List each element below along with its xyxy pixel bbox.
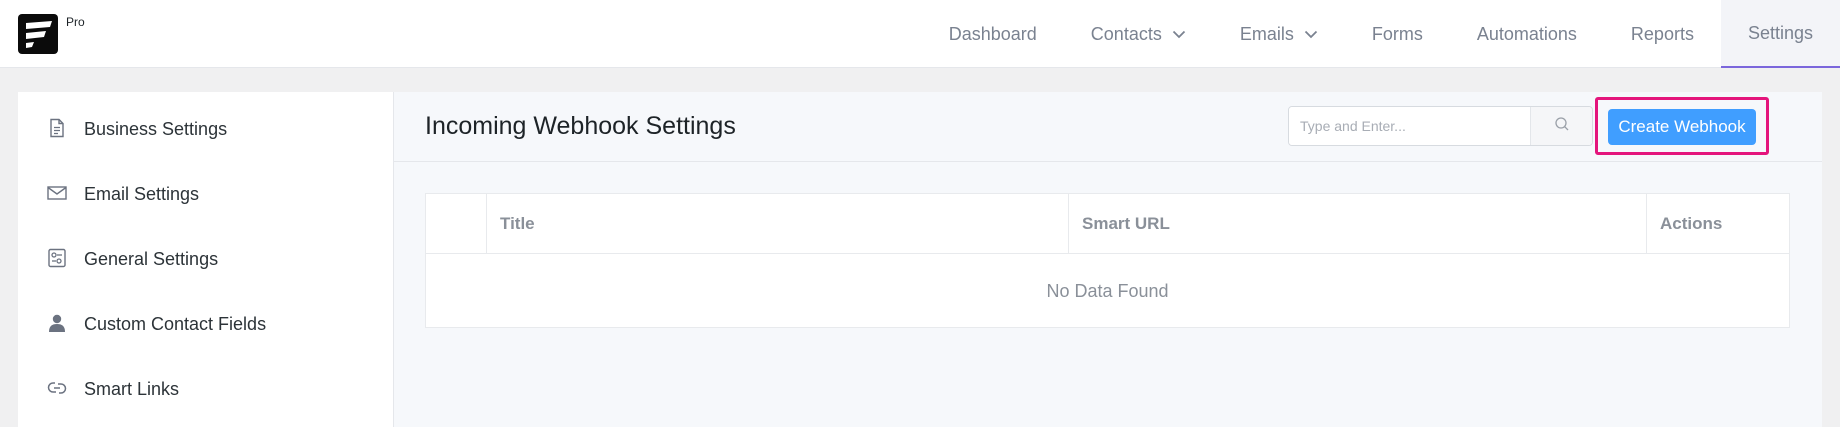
nav-item-label: Emails xyxy=(1239,23,1294,44)
table-header: Title Smart URL Actions xyxy=(426,194,1789,254)
search-input[interactable] xyxy=(1289,107,1534,145)
column-header-smart-url[interactable]: Smart URL xyxy=(1068,194,1646,254)
document-icon xyxy=(47,118,67,138)
top-navigation-bar: Pro Dashboard Contacts Emails Forms Auto… xyxy=(0,0,1840,68)
nav-item-label: Forms xyxy=(1371,23,1423,44)
sliders-icon xyxy=(47,248,67,268)
sidebar-item-smart-links[interactable]: Smart Links xyxy=(18,369,394,409)
selection-column-header xyxy=(426,194,486,254)
column-header-actions: Actions xyxy=(1646,194,1789,254)
column-header-label: Title xyxy=(500,214,535,233)
column-header-label: Smart URL xyxy=(1082,214,1170,233)
column-header-title[interactable]: Title xyxy=(486,194,1068,254)
pro-badge: Pro xyxy=(66,15,85,29)
sidebar-item-label: Smart Links xyxy=(84,378,180,399)
panel-header: Incoming Webhook Settings Create Webhook xyxy=(394,92,1822,162)
nav-item-label: Automations xyxy=(1476,23,1577,44)
search-icon xyxy=(1554,116,1570,137)
sidebar-item-label: General Settings xyxy=(84,248,219,269)
highlight-box: Create Webhook xyxy=(1595,97,1769,155)
nav-item-label: Reports xyxy=(1630,23,1694,44)
nav-item-contacts[interactable]: Contacts xyxy=(1064,0,1213,68)
sidebar-item-business-settings[interactable]: Business Settings xyxy=(18,109,394,149)
chevron-down-icon xyxy=(1304,30,1318,39)
main-nav: Dashboard Contacts Emails Forms Automati… xyxy=(922,0,1840,68)
sidebar-item-label: Custom Contact Fields xyxy=(84,313,267,334)
nav-item-emails[interactable]: Emails xyxy=(1213,0,1345,68)
sidebar-item-email-settings[interactable]: Email Settings xyxy=(18,174,394,214)
webhooks-table: Title Smart URL Actions No Data Found xyxy=(425,193,1790,328)
nav-item-reports[interactable]: Reports xyxy=(1604,0,1721,68)
create-webhook-button[interactable]: Create Webhook xyxy=(1608,109,1756,145)
sidebar-item-general-settings[interactable]: General Settings xyxy=(18,239,394,279)
nav-item-label: Contacts xyxy=(1090,23,1162,44)
search-button[interactable] xyxy=(1530,107,1592,145)
column-header-label: Actions xyxy=(1660,214,1723,233)
main-panel: Incoming Webhook Settings Create Webhook… xyxy=(394,92,1822,427)
nav-item-automations[interactable]: Automations xyxy=(1450,0,1604,68)
envelope-icon xyxy=(47,183,67,203)
empty-state-text: No Data Found xyxy=(1046,280,1169,301)
page-title: Incoming Webhook Settings xyxy=(425,112,736,140)
brand-logo[interactable] xyxy=(18,14,58,54)
sidebar-item-label: Business Settings xyxy=(84,118,228,139)
link-icon xyxy=(47,378,67,398)
sidebar-item-custom-contact-fields[interactable]: Custom Contact Fields xyxy=(18,304,394,344)
nav-item-label: Settings xyxy=(1747,22,1813,43)
nav-item-forms[interactable]: Forms xyxy=(1345,0,1450,68)
sidebar-item-label: Email Settings xyxy=(84,183,200,204)
person-icon xyxy=(47,313,67,333)
nav-item-label: Dashboard xyxy=(948,23,1037,44)
chevron-down-icon xyxy=(1172,30,1186,39)
settings-sidebar: Business Settings Email Settings General… xyxy=(18,92,394,427)
nav-item-dashboard[interactable]: Dashboard xyxy=(922,0,1064,68)
nav-item-settings[interactable]: Settings xyxy=(1720,0,1840,68)
search-box xyxy=(1288,106,1593,146)
